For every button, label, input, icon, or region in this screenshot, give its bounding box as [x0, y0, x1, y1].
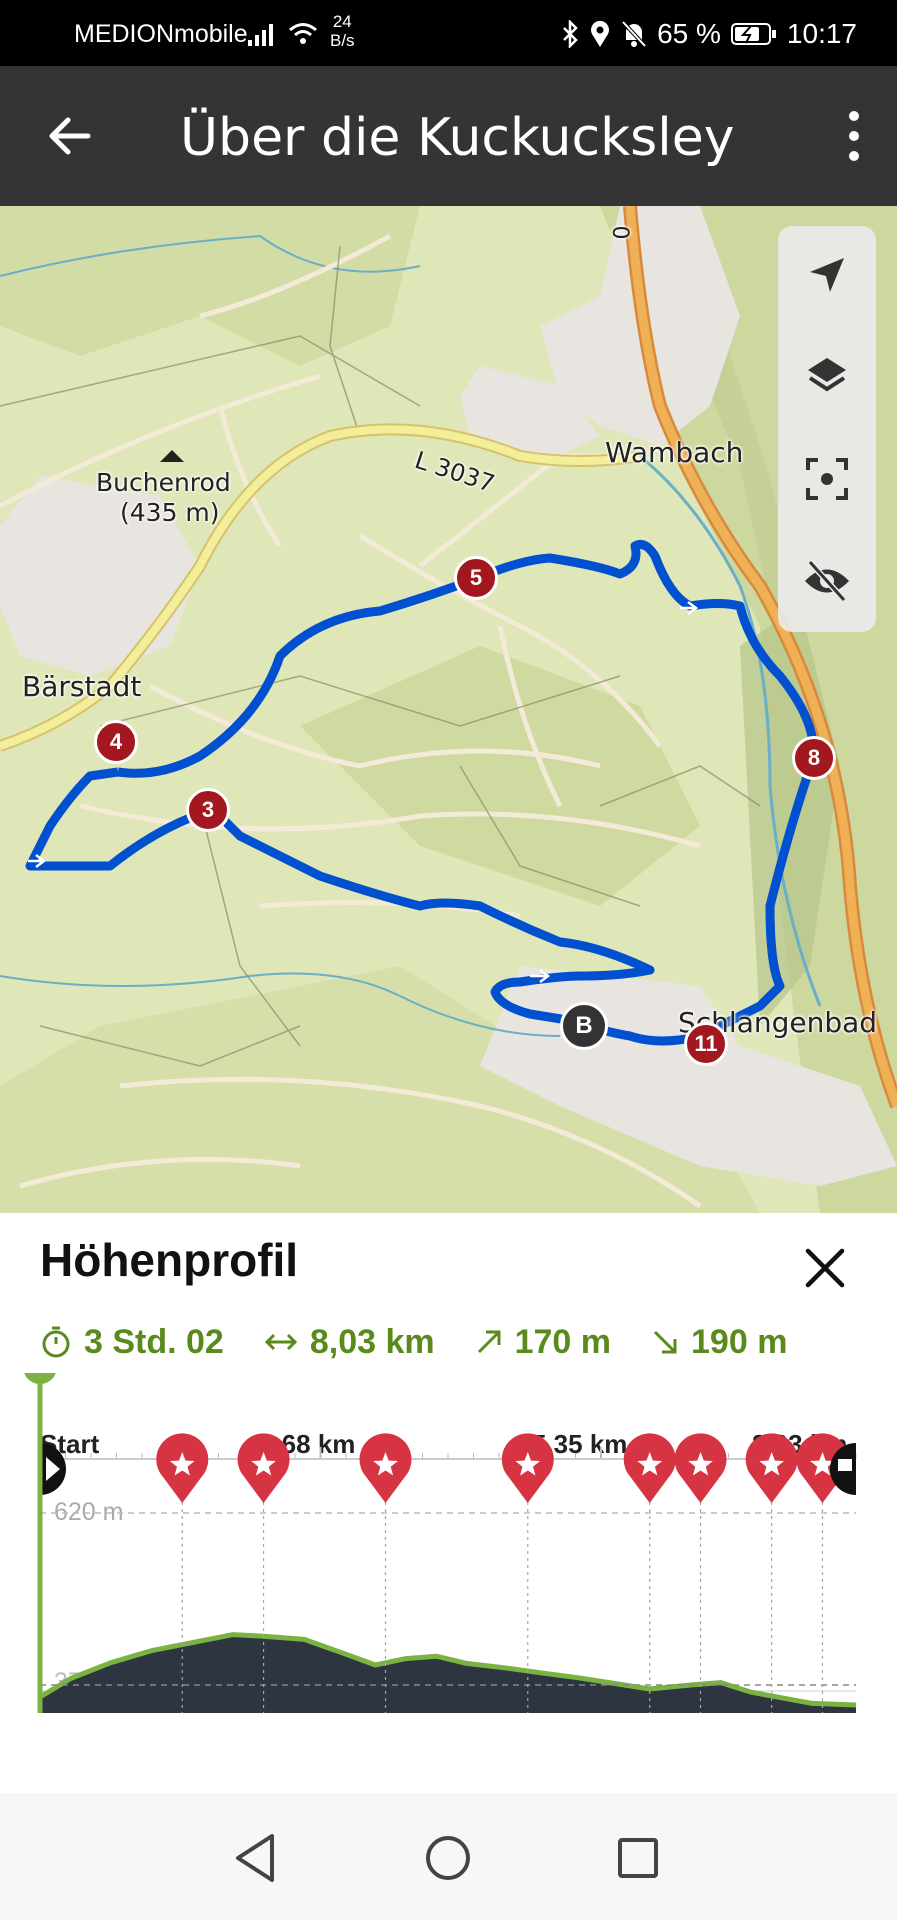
ascent-stat: 170 m	[475, 1323, 611, 1362]
map-canvas	[0, 206, 897, 1213]
poi-marker	[156, 1433, 209, 1503]
poi-marker	[359, 1433, 412, 1503]
recenter-button[interactable]	[778, 430, 876, 528]
layers-icon	[808, 358, 846, 392]
hide-icon	[805, 559, 849, 603]
distance-value: 8,03 km	[309, 1322, 435, 1361]
duration-stat: 3 Std. 02	[40, 1323, 224, 1362]
poi-marker	[237, 1433, 290, 1503]
waypoint-marker[interactable]: 4	[94, 720, 138, 764]
panel-title: Höhenprofil	[40, 1234, 299, 1286]
battery-icon	[730, 23, 776, 45]
map-label-baerstadt: Bärstadt	[22, 670, 142, 703]
waypoint-marker[interactable]: 11	[684, 1022, 728, 1066]
app-bar: Über die Kuckucksley	[0, 66, 897, 206]
descent-value: 190 m	[691, 1322, 788, 1361]
waypoint-marker[interactable]: 5	[454, 556, 498, 600]
ascent-value: 170 m	[514, 1322, 612, 1361]
duration-value: 3 Std. 02	[84, 1322, 224, 1361]
mute-icon	[621, 20, 647, 48]
ascent-icon	[477, 1330, 501, 1354]
nav-back-icon[interactable]	[226, 1828, 286, 1888]
navigate-icon	[810, 258, 844, 292]
close-icon[interactable]	[800, 1243, 850, 1293]
carrier-name: MEDIONmobile	[74, 20, 248, 48]
bus-stop-marker[interactable]: B	[560, 1002, 608, 1050]
stopwatch-icon	[42, 1326, 70, 1358]
navigate-button[interactable]	[778, 226, 876, 324]
hide-button[interactable]	[778, 532, 876, 630]
map-controls	[778, 226, 876, 632]
poi-marker	[674, 1433, 727, 1503]
nav-recents-icon[interactable]	[608, 1828, 668, 1888]
elevation-panel: Höhenprofil 3 Std. 02 8,03 km 170 m 190 …	[0, 1213, 897, 1793]
map-label-buchenrod-elevation: (435 m)	[120, 498, 220, 527]
position-knob[interactable]	[23, 1373, 57, 1384]
waypoint-marker[interactable]: 3	[186, 788, 230, 832]
map-label-wambach: Wambach	[605, 436, 744, 469]
recenter-icon	[806, 458, 848, 500]
elevation-chart[interactable]: 620 m 370 m	[0, 1373, 897, 1793]
back-arrow-icon[interactable]	[40, 106, 100, 166]
map-label-buchenrod: Buchenrod	[96, 468, 231, 497]
net-speed: 24 B/s	[330, 12, 355, 50]
battery-percent: 65 %	[657, 18, 721, 49]
distance-stat: 8,03 km	[264, 1323, 435, 1362]
poi-marker	[623, 1433, 676, 1503]
start-marker	[40, 1443, 66, 1495]
descent-stat: 190 m	[651, 1323, 787, 1362]
clock: 10:17	[786, 18, 857, 49]
page-title: Über die Kuckucksley	[180, 108, 735, 168]
descent-icon	[653, 1330, 677, 1354]
flag-icon	[838, 1459, 852, 1471]
y-label-top: 620 m	[54, 1498, 123, 1526]
nav-home-icon[interactable]	[418, 1828, 478, 1888]
signal-icon	[248, 24, 273, 46]
more-vert-icon[interactable]	[839, 108, 869, 164]
distance-icon	[264, 1333, 297, 1351]
status-bar: MEDIONmobile 24 B/s 65 % 10:17	[0, 0, 897, 66]
wifi-icon	[289, 23, 317, 44]
waypoint-marker[interactable]: 8	[792, 736, 836, 780]
stats-row: 3 Std. 02 8,03 km 170 m 190 m	[40, 1317, 827, 1367]
system-nav-bar	[0, 1793, 897, 1920]
poi-marker	[501, 1433, 554, 1503]
bluetooth-icon	[563, 20, 578, 48]
poi-marker	[745, 1433, 798, 1503]
map-label-road-partial: 0	[610, 225, 636, 240]
map-view[interactable]: Buchenrod (435 m) Bärstadt Wambach L 303…	[0, 206, 897, 1213]
layers-button[interactable]	[778, 328, 876, 426]
location-icon	[591, 20, 610, 47]
